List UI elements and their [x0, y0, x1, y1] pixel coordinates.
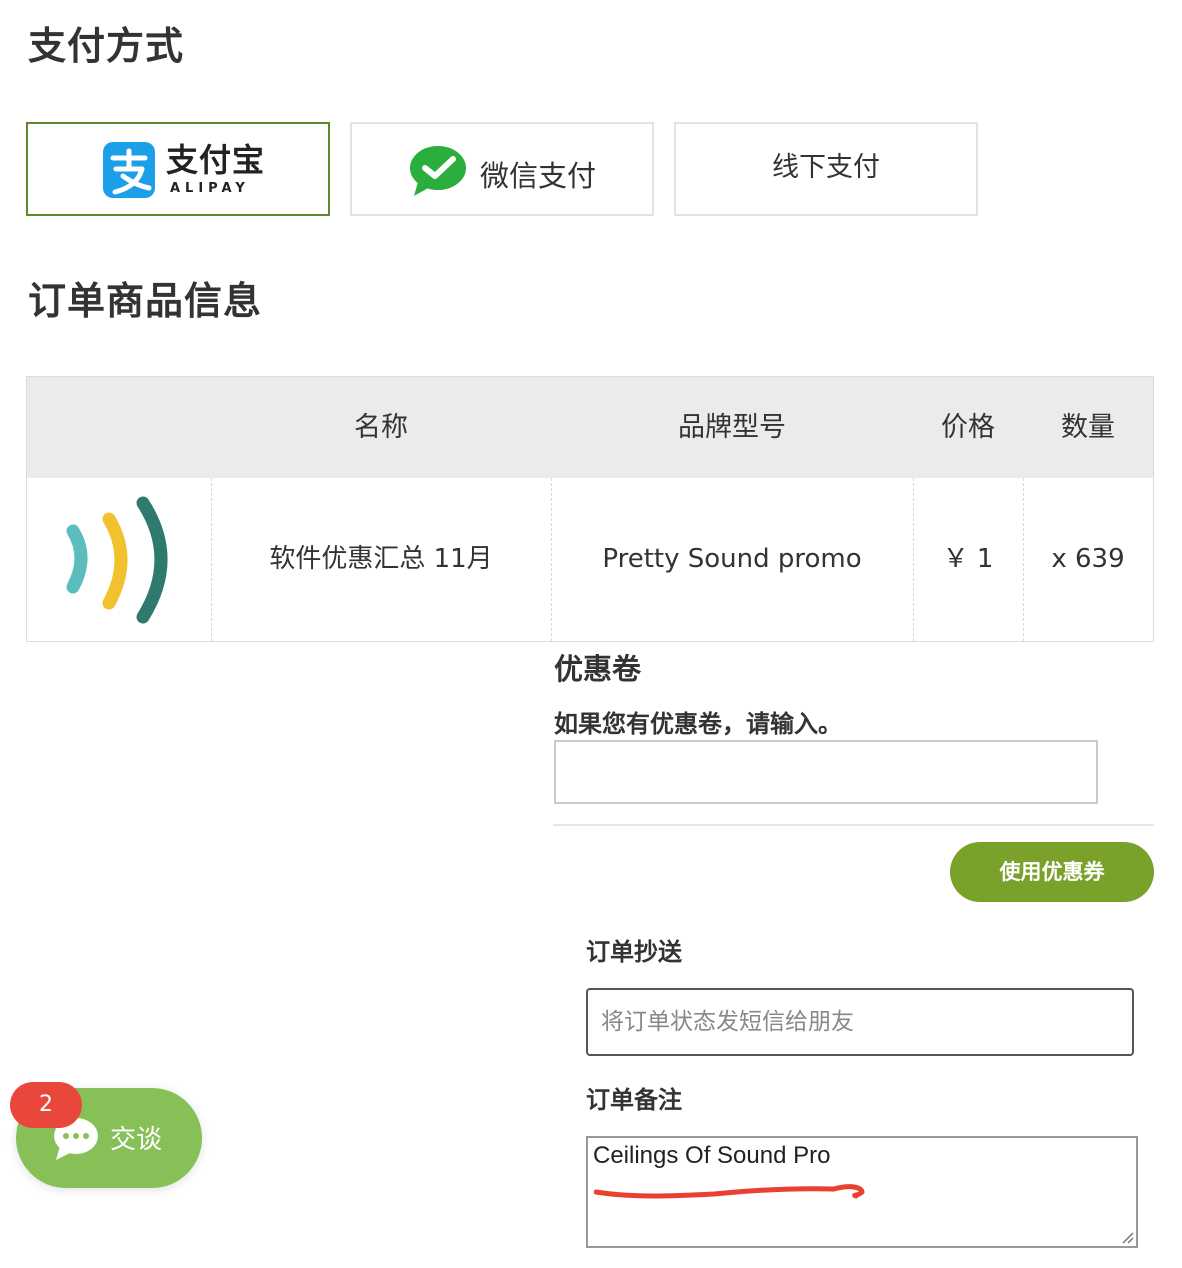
- wechat-pay-label: 微信支付: [480, 159, 597, 193]
- order-cc-title: 订单抄送: [586, 938, 682, 966]
- product-price: ￥ 1: [942, 544, 994, 574]
- coupon-hint: 如果您有优惠卷，请输入。: [554, 710, 842, 738]
- product-name: 软件优惠汇总 11月: [269, 544, 493, 574]
- header-price: 价格: [941, 412, 995, 443]
- payment-method-title: 支付方式: [28, 24, 185, 68]
- apply-coupon-button[interactable]: 使用优惠券: [950, 842, 1154, 902]
- coupon-input[interactable]: [554, 740, 1098, 804]
- notification-badge: 2: [10, 1082, 82, 1128]
- wechat-icon: [410, 146, 466, 196]
- offline-pay-label: 线下支付: [772, 152, 880, 183]
- header-model: 品牌型号: [678, 412, 786, 443]
- alipay-en-label: ALIPAY: [170, 181, 250, 196]
- alipay-option[interactable]: 支付宝 ALIPAY: [26, 122, 330, 216]
- divider: [553, 824, 1154, 826]
- order-cc-input[interactable]: 将订单状态发短信给朋友: [586, 988, 1134, 1056]
- alipay-label: 支付宝: [166, 141, 266, 179]
- product-model: Pretty Sound promo: [602, 544, 862, 574]
- alipay-icon: [103, 142, 155, 198]
- resize-handle-icon[interactable]: [1120, 1230, 1134, 1244]
- header-name: 名称: [354, 412, 408, 443]
- chat-label: 交谈: [110, 1125, 163, 1155]
- order-note-text: Ceilings Of Sound Pro: [593, 1142, 831, 1169]
- coupon-title: 优惠卷: [554, 652, 642, 686]
- product-quantity: x 639: [1051, 544, 1125, 574]
- red-underline-annotation: [594, 1184, 865, 1199]
- wechat-pay-option[interactable]: 微信支付: [350, 122, 654, 216]
- offline-pay-option[interactable]: 线下支付: [674, 122, 978, 216]
- order-table: 名称 品牌型号 价格 数量 软件优惠汇总 11月 Pretty Sound pr…: [26, 376, 1154, 642]
- order-note-textarea[interactable]: Ceilings Of Sound Pro: [586, 1136, 1138, 1248]
- header-quantity: 数量: [1061, 412, 1115, 443]
- product-thumbnail: [66, 496, 168, 624]
- order-items-title: 订单商品信息: [28, 279, 263, 323]
- order-note-title: 订单备注: [586, 1086, 682, 1114]
